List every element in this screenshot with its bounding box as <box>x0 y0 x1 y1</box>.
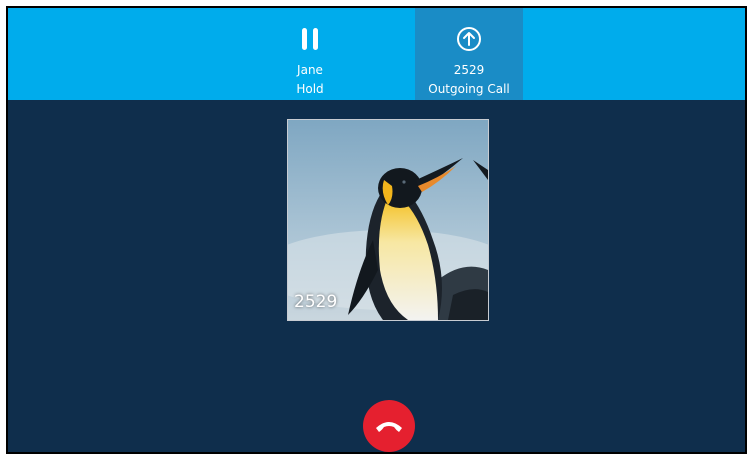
arrow-up-circle-icon <box>454 24 484 54</box>
hang-up-icon <box>376 422 402 432</box>
contact-number: 2529 <box>294 292 338 312</box>
call-name: 2529 <box>453 63 485 77</box>
phone-screen-frame: Jane Hold 2529 Outgoing Call 2529 <box>6 6 747 454</box>
penguin-photo <box>288 120 488 320</box>
call-name: Jane <box>297 63 323 77</box>
call-status: Hold <box>296 82 324 96</box>
call-screen: Jane Hold 2529 Outgoing Call 2529 <box>8 8 745 452</box>
end-call-button[interactable] <box>363 400 415 452</box>
call-tab-jane[interactable]: Jane Hold <box>256 8 364 100</box>
contact-avatar: 2529 <box>287 119 489 321</box>
call-status: Outgoing Call <box>428 82 510 96</box>
pause-icon <box>295 24 325 54</box>
call-tab-2529[interactable]: 2529 Outgoing Call <box>415 8 523 100</box>
call-list-bar: Jane Hold 2529 Outgoing Call <box>8 8 745 100</box>
